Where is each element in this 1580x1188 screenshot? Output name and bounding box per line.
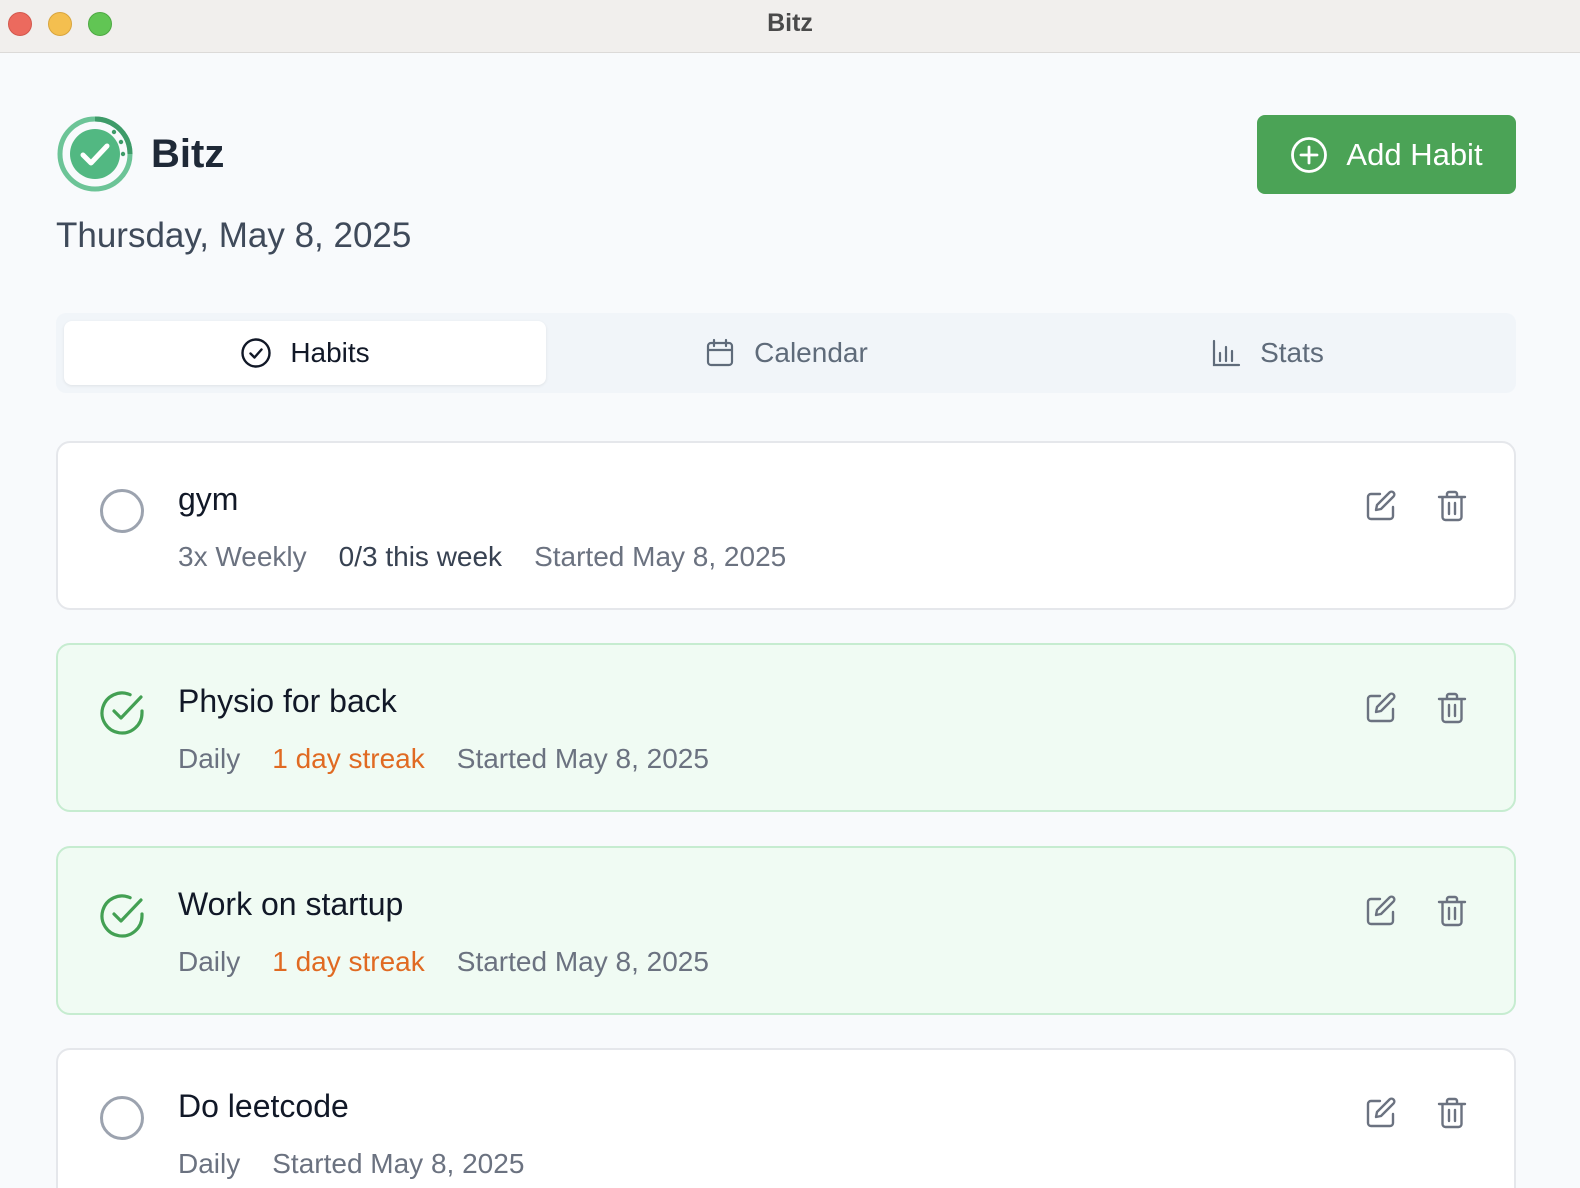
app-window: Bitz Bitz Thursday, May 8, 2025 Add Habi… [0,0,1580,1188]
edit-icon[interactable] [1364,489,1398,523]
bar-chart-icon [1212,339,1241,367]
habit-start-date: Started May 8, 2025 [456,946,709,977]
trash-icon[interactable] [1435,691,1469,725]
habit-frequency: Daily [178,743,241,774]
tab-calendar[interactable]: Calendar [545,321,1027,385]
tab-calendar-label: Calendar [754,337,868,368]
habit-name: Physio for back [178,683,397,719]
habit-name: Do leetcode [178,1088,349,1124]
app-name: Bitz [151,132,225,176]
check-circle-icon [241,338,272,368]
checked-circle-icon[interactable] [98,689,146,737]
habit-start-date: Started May 8, 2025 [272,1148,525,1179]
edit-icon[interactable] [1364,1096,1398,1130]
habit-meta: 3x Weekly 0/3 this week Started May 8, 2… [178,541,786,573]
habit-progress: 0/3 this week [338,541,503,572]
calendar-icon [707,338,734,367]
habit-streak: 1 day streak [272,946,425,977]
habit-name: Work on startup [178,886,404,922]
habit-name: gym [178,481,239,517]
tab-habits-label: Habits [290,337,370,368]
plus-circle-icon [1291,136,1328,173]
edit-icon[interactable] [1364,691,1398,725]
trash-icon[interactable] [1435,894,1469,928]
habit-meta: Daily Started May 8, 2025 [178,1148,524,1180]
habit-frequency: Daily [178,946,241,977]
habit-card-gym: gym 3x Weekly 0/3 this week Started May … [56,441,1516,610]
habit-card-do-leetcode: Do leetcode Daily Started May 8, 2025 [56,1048,1516,1188]
habit-start-date: Started May 8, 2025 [534,541,787,572]
unchecked-circle-icon[interactable] [98,1094,146,1142]
tab-stats-label: Stats [1260,337,1324,368]
habit-streak: 1 day streak [272,743,425,774]
trash-icon[interactable] [1435,489,1469,523]
habit-frequency: Daily [178,1148,241,1179]
add-habit-label: Add Habit [1346,136,1483,172]
trash-icon[interactable] [1435,1096,1469,1130]
habit-start-date: Started May 8, 2025 [456,743,709,774]
habit-meta: Daily 1 day streak Started May 8, 2025 [178,743,709,775]
habit-meta: Daily 1 day streak Started May 8, 2025 [178,946,709,978]
habit-card-work-on-startup: Work on startup Daily 1 day streak Start… [56,846,1516,1015]
add-habit-button[interactable]: Add Habit [1257,115,1516,194]
current-date: Thursday, May 8, 2025 [56,216,412,255]
habit-card-physio-for-back: Physio for back Daily 1 day streak Start… [56,643,1516,812]
edit-icon[interactable] [1364,894,1398,928]
unchecked-circle-icon[interactable] [98,487,146,535]
tab-stats[interactable]: Stats [1026,321,1508,385]
checked-circle-icon[interactable] [98,892,146,940]
bitz-logo-icon [57,116,133,192]
view-tabs: Habits Calendar Stats [56,313,1516,393]
window-title: Bitz [767,9,813,37]
habit-frequency: 3x Weekly [178,541,307,572]
tab-habits[interactable]: Habits [64,321,546,385]
title-bar: Bitz [0,0,1580,53]
